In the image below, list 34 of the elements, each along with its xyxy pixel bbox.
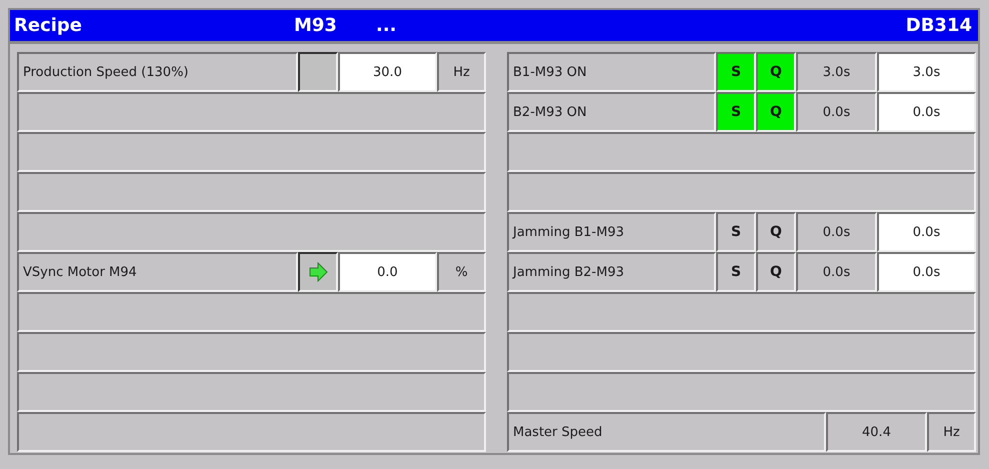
parameter-label: VSync Motor M94 (17, 252, 298, 292)
timer-label: B1-M93 ON (507, 52, 716, 92)
timer-label: B2-M93 ON (507, 92, 716, 132)
speed-value: 40.4 (826, 412, 927, 452)
window-title: Recipe (13, 15, 84, 36)
status-flag: S (716, 252, 756, 292)
value-field[interactable]: 30.0 (338, 52, 437, 92)
value-field[interactable]: 0.0 (338, 252, 437, 292)
status-flag: S (716, 92, 756, 132)
time-field[interactable]: 0.0s (877, 252, 976, 292)
block-label: DB314 (906, 15, 973, 36)
parameter-label: Production Speed (130%) (17, 52, 298, 92)
timer-label: Jamming B1-M93 (507, 212, 716, 252)
time-field[interactable]: 0.0s (877, 92, 976, 132)
status-flag: Q (756, 212, 796, 252)
status-flag: Q (756, 252, 796, 292)
unit-label: % (437, 252, 486, 292)
status-flag: S (716, 212, 756, 252)
unit-label: Hz (927, 412, 976, 452)
actual-time: 0.0s (796, 252, 877, 292)
actual-time: 0.0s (796, 212, 877, 252)
timer-label: Jamming B2-M93 (507, 252, 716, 292)
time-field[interactable]: 0.0s (877, 212, 976, 252)
time-field[interactable]: 3.0s (877, 52, 976, 92)
unit-label: Hz (437, 52, 486, 92)
motor-label: M93 (294, 15, 338, 36)
status-flag: Q (756, 92, 796, 132)
actual-time: 3.0s (796, 52, 877, 92)
actual-time: 0.0s (796, 92, 877, 132)
status-flag: Q (756, 52, 796, 92)
ellipsis-label: ... (376, 15, 398, 36)
parameter-label: Master Speed (507, 412, 826, 452)
arrow-icon (308, 262, 328, 282)
status-flag: S (716, 52, 756, 92)
